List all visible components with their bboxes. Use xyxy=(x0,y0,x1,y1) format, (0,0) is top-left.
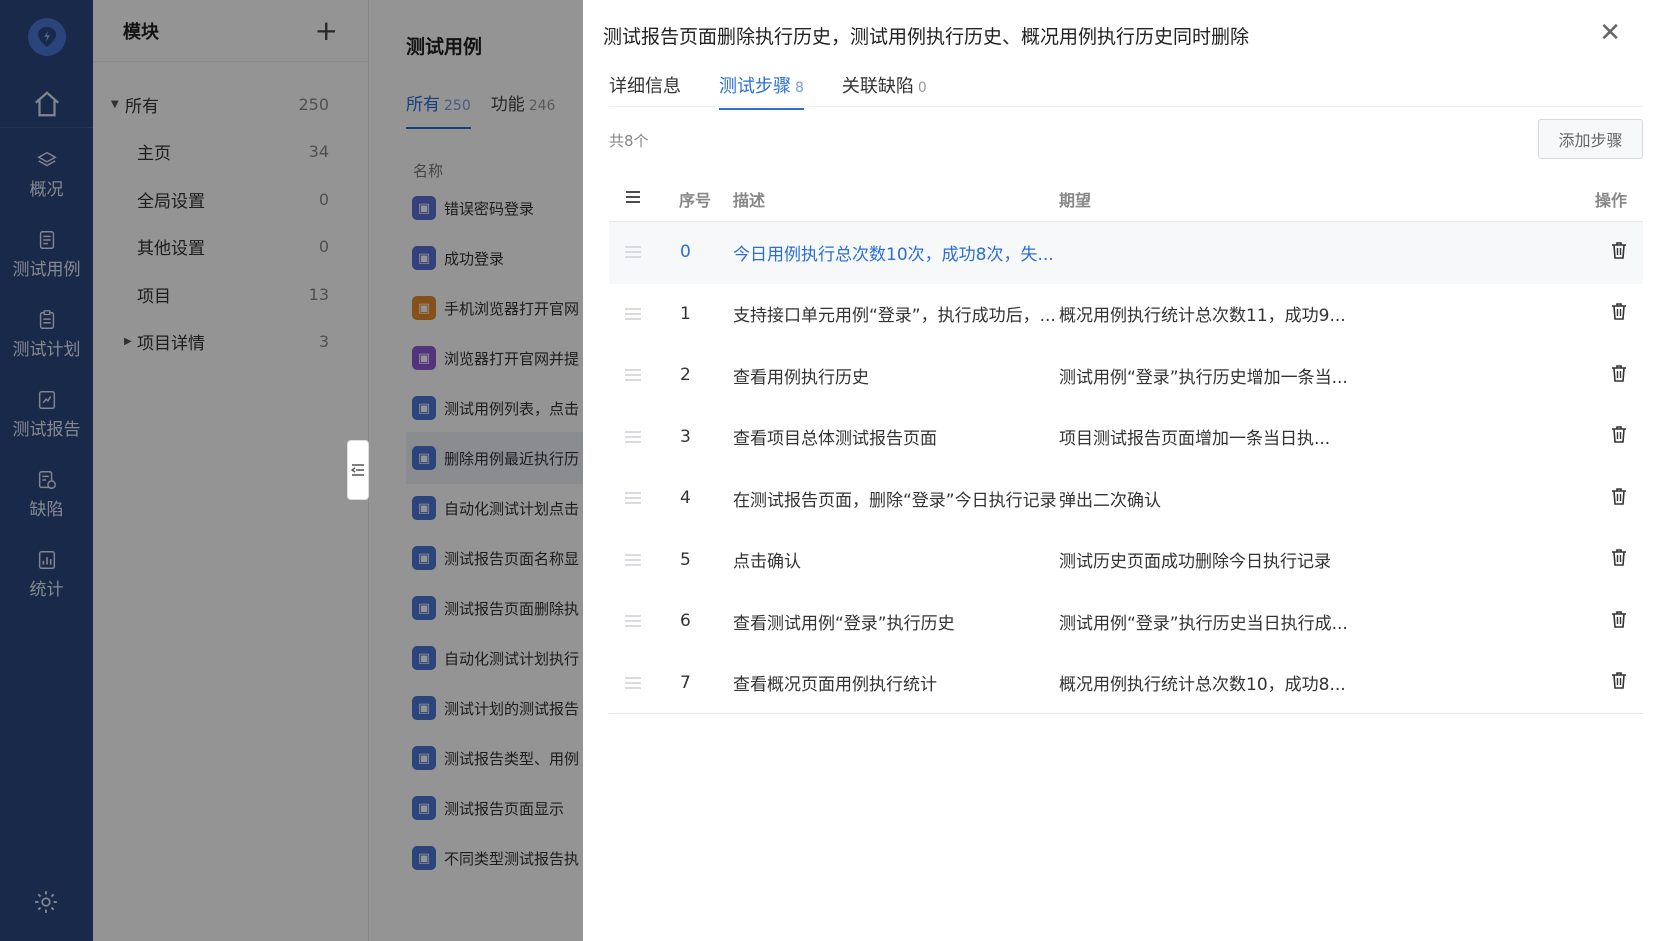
steps-table: 序号 描述 期望 操作 0 今日用例执行总次数10次，成功8次，失... 1 支持接口… xyxy=(609,176,1643,714)
step-expect[interactable]: 测试历史页面成功删除今日执行记录 xyxy=(1059,547,1331,572)
step-desc[interactable]: 在测试报告页面，删除“登录”今日执行记录 xyxy=(733,486,1057,511)
collapse-panel-button[interactable] xyxy=(347,440,369,500)
step-expect[interactable]: 概况用例执行统计总次数10，成功8... xyxy=(1059,670,1346,695)
modal-overlay[interactable] xyxy=(0,0,583,941)
tab-defects[interactable]: 关联缺陷 0 xyxy=(842,72,927,110)
column-header-seq: 序号 xyxy=(679,190,712,210)
tab-label: 关联缺陷 xyxy=(841,76,914,97)
step-desc[interactable]: 查看项目总体测试报告页面 xyxy=(733,424,937,449)
step-seq: 7 xyxy=(680,672,691,693)
close-icon[interactable]: ✕ xyxy=(1599,20,1621,46)
add-step-button[interactable]: 添加步骤 xyxy=(1538,119,1643,159)
trash-icon[interactable] xyxy=(1611,241,1627,264)
table-row[interactable]: 4 在测试报告页面，删除“登录”今日执行记录 弹出二次确认 xyxy=(609,468,1643,530)
step-desc[interactable]: 点击确认 xyxy=(733,547,801,572)
step-expect[interactable]: 项目测试报告页面增加一条当日执... xyxy=(1059,424,1330,449)
trash-icon[interactable] xyxy=(1611,425,1627,448)
column-settings-icon[interactable] xyxy=(625,189,643,208)
step-seq: 1 xyxy=(680,303,691,324)
table-row[interactable]: 7 查看概况页面用例执行统计 概况用例执行统计总次数10，成功8... xyxy=(609,653,1643,714)
step-desc[interactable]: 查看用例执行历史 xyxy=(733,363,869,388)
step-seq: 4 xyxy=(680,488,691,509)
trash-icon[interactable] xyxy=(1611,487,1627,510)
column-header-op: 操作 xyxy=(1594,190,1627,210)
divider xyxy=(609,106,1643,107)
tab-count: 0 xyxy=(917,80,927,96)
step-expect[interactable]: 概况用例执行统计总次数11，成功9... xyxy=(1059,301,1346,326)
table-row[interactable]: 5 点击确认 测试历史页面成功删除今日执行记录 xyxy=(609,530,1643,592)
step-seq: 6 xyxy=(680,611,691,632)
table-row[interactable]: 3 查看项目总体测试报告页面 项目测试报告页面增加一条当日执... xyxy=(609,407,1643,469)
step-desc[interactable]: 今日用例执行总次数10次，成功8次，失... xyxy=(733,240,1054,265)
column-header-expect: 期望 xyxy=(1059,190,1092,210)
step-count: 共8个 xyxy=(609,132,649,150)
step-desc[interactable]: 支持接口单元用例“登录”，执行成功后，... xyxy=(733,301,1056,326)
step-expect[interactable]: 弹出二次确认 xyxy=(1059,486,1161,511)
trash-icon[interactable] xyxy=(1611,364,1627,387)
table-row[interactable]: 6 查看测试用例“登录”执行历史 测试用例“登录”执行历史当日执行成... xyxy=(609,591,1643,653)
drawer-tabs: 详细信息 测试步骤 8 关联缺陷 0 xyxy=(609,72,927,110)
drawer-title: 测试报告页面删除执行历史，测试用例执行历史、概况用例执行历史同时删除 xyxy=(603,26,1250,48)
trash-icon[interactable] xyxy=(1611,302,1627,325)
tab-count: 8 xyxy=(795,80,804,96)
drag-handle-icon[interactable] xyxy=(625,366,643,384)
tab-label: 测试步骤 xyxy=(719,76,791,97)
step-seq: 5 xyxy=(680,549,691,570)
step-desc[interactable]: 查看概况页面用例执行统计 xyxy=(733,670,937,695)
drag-handle-icon[interactable] xyxy=(625,428,643,446)
drag-handle-icon[interactable] xyxy=(625,243,643,261)
column-header-desc: 描述 xyxy=(733,190,766,210)
drag-handle-icon[interactable] xyxy=(625,612,643,630)
step-seq: 0 xyxy=(680,242,691,263)
trash-icon[interactable] xyxy=(1611,548,1627,571)
drag-handle-icon[interactable] xyxy=(625,305,643,323)
step-seq: 3 xyxy=(680,426,691,447)
step-expect[interactable]: 测试用例“登录”执行历史当日执行成... xyxy=(1059,609,1348,634)
table-row[interactable]: 0 今日用例执行总次数10次，成功8次，失... xyxy=(609,222,1643,284)
trash-icon[interactable] xyxy=(1611,610,1627,633)
collapse-icon xyxy=(351,464,364,476)
tab-details[interactable]: 详细信息 xyxy=(609,72,681,110)
step-desc[interactable]: 查看测试用例“登录”执行历史 xyxy=(733,609,955,634)
drag-handle-icon[interactable] xyxy=(625,489,643,507)
table-row[interactable]: 2 查看用例执行历史 测试用例“登录”执行历史增加一条当... xyxy=(609,345,1643,407)
tab-steps[interactable]: 测试步骤 8 xyxy=(719,72,804,110)
step-expect[interactable]: 测试用例“登录”执行历史增加一条当... xyxy=(1059,363,1348,388)
tab-label: 详细信息 xyxy=(609,76,681,97)
step-seq: 2 xyxy=(680,365,691,386)
drag-handle-icon[interactable] xyxy=(625,674,643,692)
table-header: 序号 描述 期望 操作 xyxy=(609,176,1643,222)
drag-handle-icon[interactable] xyxy=(625,551,643,569)
table-row[interactable]: 1 支持接口单元用例“登录”，执行成功后，... 概况用例执行统计总次数11，成功9… xyxy=(609,284,1643,346)
trash-icon[interactable] xyxy=(1611,671,1627,694)
case-detail-drawer: 测试报告页面删除执行历史，测试用例执行历史、概况用例执行历史同时删除 ✕ 详细信… xyxy=(583,0,1657,941)
